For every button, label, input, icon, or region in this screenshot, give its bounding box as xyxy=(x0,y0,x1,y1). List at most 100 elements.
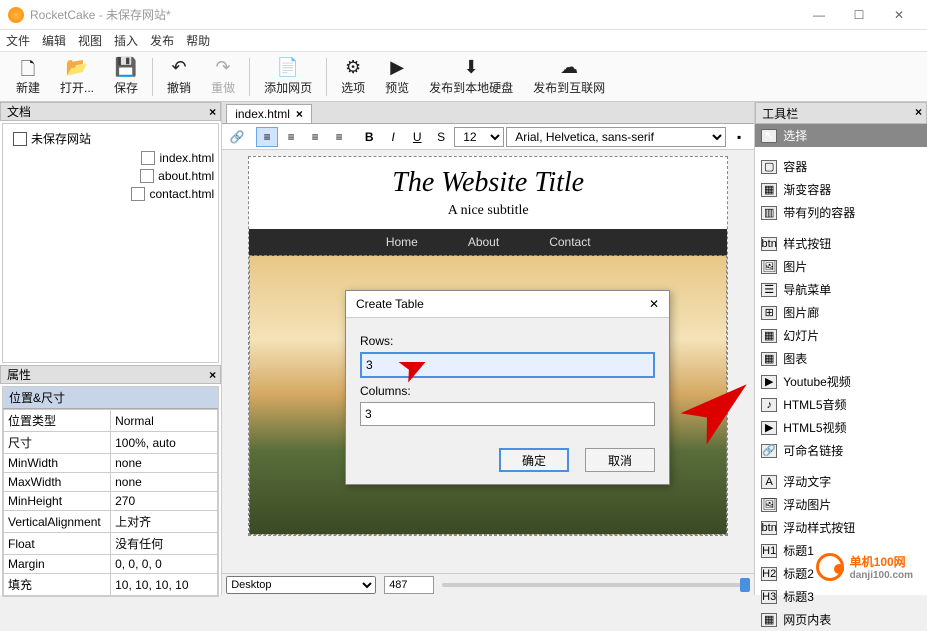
prop-row[interactable]: MaxWidthnone xyxy=(4,473,218,492)
close-button[interactable]: ✕ xyxy=(879,8,919,22)
menu-edit[interactable]: 编辑 xyxy=(42,32,66,49)
menu-view[interactable]: 视图 xyxy=(78,32,102,49)
ok-button[interactable]: 确定 xyxy=(499,448,569,472)
rows-input[interactable] xyxy=(360,352,655,378)
options-button[interactable]: ⚙选项 xyxy=(341,57,365,96)
tool-float-5[interactable]: H3标题3 xyxy=(755,585,927,608)
save-button[interactable]: 💾保存 xyxy=(114,57,138,96)
tool-widget-2[interactable]: ☰导航菜单 xyxy=(755,278,927,301)
prop-row[interactable]: 位置类型Normal xyxy=(4,410,218,432)
prop-row[interactable]: Margin0, 0, 0, 0 xyxy=(4,555,218,574)
fontcolor-button[interactable]: ▪ xyxy=(728,127,750,147)
widget-5-icon: ▦ xyxy=(761,352,777,366)
tool-float-0[interactable]: A浮动文字 xyxy=(755,470,927,493)
prop-row[interactable]: 填充10, 10, 10, 10 xyxy=(4,574,218,596)
minimize-button[interactable]: — xyxy=(799,8,839,22)
tool-container-1[interactable]: ▦渐变容器 xyxy=(755,178,927,201)
prop-row[interactable]: VerticalAlignment上对齐 xyxy=(4,511,218,533)
dialog-title: Create Table xyxy=(356,297,424,311)
align-right-button[interactable]: ≡ xyxy=(304,127,326,147)
widget-2-icon: ☰ xyxy=(761,283,777,297)
props-table[interactable]: 位置类型Normal尺寸100%, autoMinWidthnoneMaxWid… xyxy=(3,409,218,596)
prop-row[interactable]: Float没有任何 xyxy=(4,533,218,555)
tool-float-6[interactable]: ▦网页内表 xyxy=(755,608,927,631)
page-nav[interactable]: Home About Contact xyxy=(249,229,727,255)
nav-about[interactable]: About xyxy=(468,235,499,249)
tool-container-0[interactable]: ▢容器 xyxy=(755,155,927,178)
widget-3-icon: ⊞ xyxy=(761,306,777,320)
preview-icon: ▶ xyxy=(390,57,404,79)
tool-container-2[interactable]: ▥带有列的容器 xyxy=(755,201,927,224)
width-input[interactable] xyxy=(384,576,434,594)
tab-close[interactable]: × xyxy=(296,107,303,121)
width-slider[interactable] xyxy=(442,583,750,587)
tree-item-index[interactable]: index.html xyxy=(7,149,214,167)
align-left-button[interactable]: ≡ xyxy=(256,127,278,147)
tool-float-2[interactable]: btn浮动样式按钮 xyxy=(755,516,927,539)
menu-file[interactable]: 文件 xyxy=(6,32,30,49)
tool-widget-6[interactable]: ▶Youtube视频 xyxy=(755,370,927,393)
open-icon: 📂 xyxy=(66,57,88,79)
cols-input[interactable] xyxy=(360,402,655,426)
prop-row[interactable]: MinWidthnone xyxy=(4,454,218,473)
menu-insert[interactable]: 插入 xyxy=(114,32,138,49)
widget-4-icon: ▦ xyxy=(761,329,777,343)
maximize-button[interactable]: ☐ xyxy=(839,8,879,22)
docs-close[interactable]: × xyxy=(209,105,216,119)
prop-row[interactable]: MinHeight270 xyxy=(4,492,218,511)
menu-help[interactable]: 帮助 xyxy=(186,32,210,49)
tool-widget-5[interactable]: ▦图表 xyxy=(755,347,927,370)
new-button[interactable]: 🗋新建 xyxy=(16,57,40,96)
dialog-close[interactable]: ✕ xyxy=(649,297,659,311)
tool-float-1[interactable]: 🖼浮动图片 xyxy=(755,493,927,516)
cancel-button[interactable]: 取消 xyxy=(585,448,655,472)
tab-index[interactable]: index.html× xyxy=(226,104,312,123)
tree-root[interactable]: 未保存网站 xyxy=(7,128,214,149)
tree-item-contact[interactable]: contact.html xyxy=(7,185,214,203)
addpage-button[interactable]: 📄添加网页 xyxy=(264,57,312,96)
fontfamily-select[interactable]: Arial, Helvetica, sans-serif xyxy=(506,127,726,147)
tool-widget-0[interactable]: btn样式按钮 xyxy=(755,232,927,255)
props-section: 位置&尺寸 xyxy=(3,387,218,409)
undo-button[interactable]: ↶撤销 xyxy=(167,57,191,96)
link-button[interactable]: 🔗 xyxy=(226,127,248,147)
tool-widget-7[interactable]: ♪HTML5音频 xyxy=(755,393,927,416)
prop-row[interactable]: 尺寸100%, auto xyxy=(4,432,218,454)
create-table-dialog: Create Table ✕ Rows: Columns: 确定 取消 xyxy=(345,290,670,485)
tool-widget-8[interactable]: ▶HTML5视频 xyxy=(755,416,927,439)
redo-icon: ↷ xyxy=(216,57,231,79)
tree-item-about[interactable]: about.html xyxy=(7,167,214,185)
publish-net-button[interactable]: ☁发布到互联网 xyxy=(533,57,605,96)
tool-widget-1[interactable]: 🖼图片 xyxy=(755,255,927,278)
docs-panel-header: 文档× xyxy=(0,102,221,121)
container-2-icon: ▥ xyxy=(761,206,777,220)
page-icon xyxy=(141,151,155,165)
italic-button[interactable]: I xyxy=(382,127,404,147)
tool-select[interactable]: ↖选择 xyxy=(755,124,927,147)
tool-widget-3[interactable]: ⊞图片廊 xyxy=(755,301,927,324)
align-justify-button[interactable]: ≡ xyxy=(328,127,350,147)
nav-home[interactable]: Home xyxy=(386,235,418,249)
tool-widget-4[interactable]: ▦幻灯片 xyxy=(755,324,927,347)
strike-button[interactable]: S xyxy=(430,127,452,147)
page-subtitle[interactable]: A nice subtitle xyxy=(249,203,727,219)
redo-button[interactable]: ↷重做 xyxy=(211,57,235,96)
slider-handle[interactable] xyxy=(740,578,750,592)
float-0-icon: A xyxy=(761,475,777,489)
page-title[interactable]: The Website Title xyxy=(249,167,727,199)
underline-button[interactable]: U xyxy=(406,127,428,147)
align-center-button[interactable]: ≡ xyxy=(280,127,302,147)
preview-button[interactable]: ▶预览 xyxy=(385,57,409,96)
dialog-titlebar[interactable]: Create Table ✕ xyxy=(346,291,669,318)
nav-contact[interactable]: Contact xyxy=(549,235,590,249)
props-close[interactable]: × xyxy=(209,368,216,382)
edit-icon xyxy=(13,132,27,146)
publish-local-button[interactable]: ⬇发布到本地硬盘 xyxy=(429,57,513,96)
tool-widget-9[interactable]: 🔗可命名链接 xyxy=(755,439,927,462)
tools-close[interactable]: × xyxy=(915,105,922,119)
bold-button[interactable]: B xyxy=(358,127,380,147)
menu-publish[interactable]: 发布 xyxy=(150,32,174,49)
open-button[interactable]: 📂打开... xyxy=(60,57,94,96)
fontsize-select[interactable]: 12 xyxy=(454,127,504,147)
device-select[interactable]: Desktop xyxy=(226,576,376,594)
